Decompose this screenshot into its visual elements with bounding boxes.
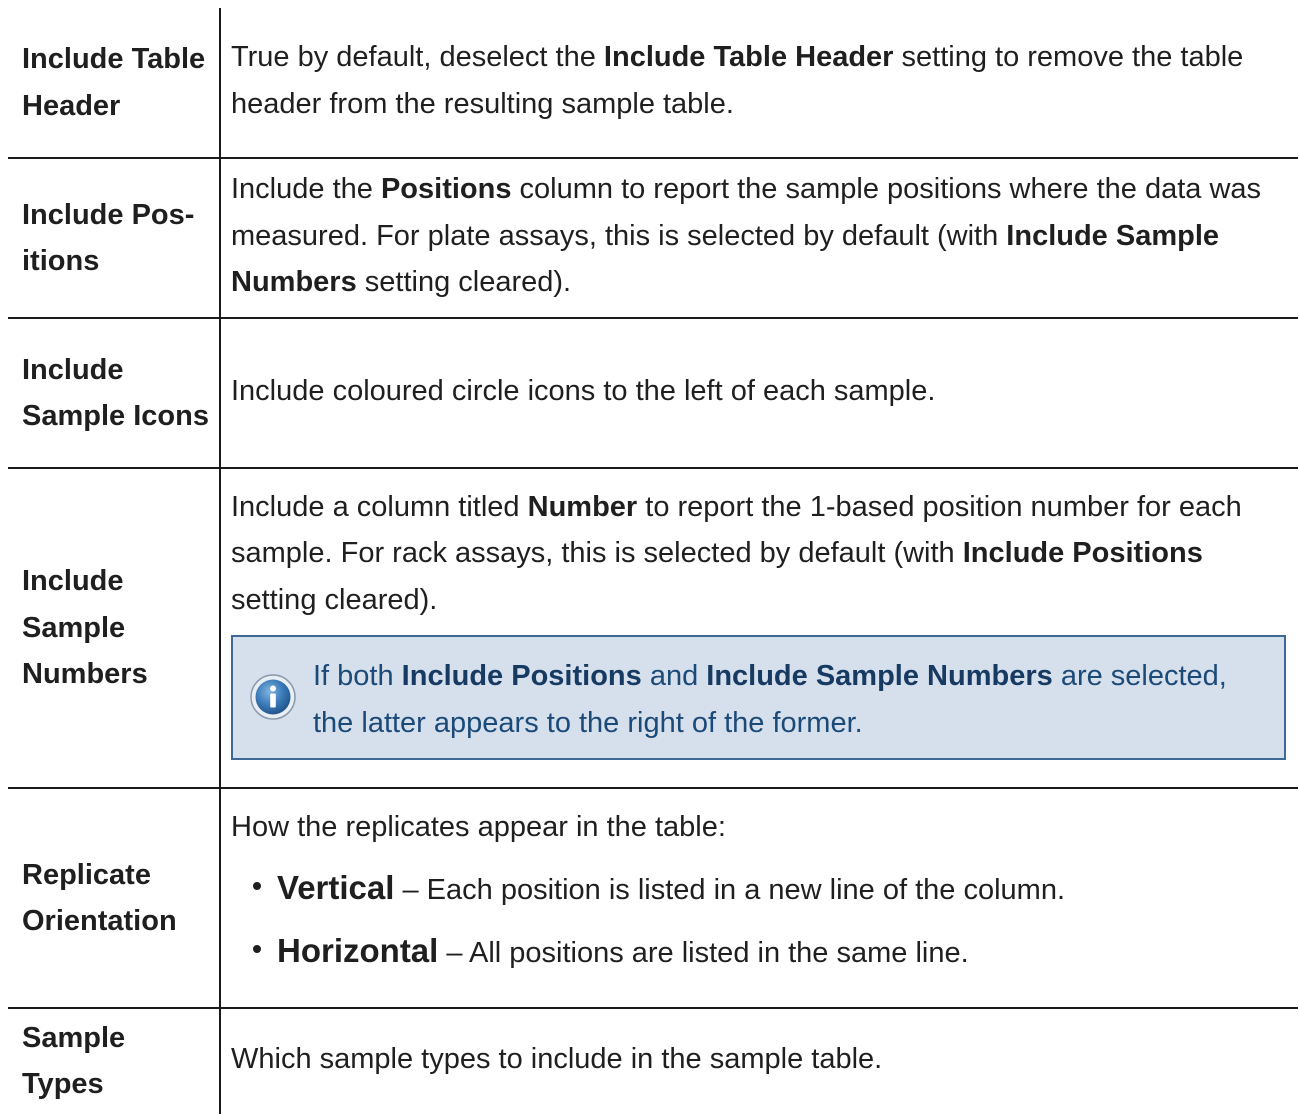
- note-box: If both Include Positions and Include Sa…: [231, 635, 1286, 760]
- setting-name: Sample Types: [8, 1007, 221, 1114]
- info-icon: [250, 674, 296, 720]
- setting-description: Include the Positions column to report t…: [219, 157, 1298, 319]
- setting-description: Which sample types to include in the sam…: [219, 1007, 1298, 1114]
- settings-table: Include Table Header True by default, de…: [8, 8, 1298, 1114]
- table-row: Replicate Orientation How the replicates…: [8, 787, 1298, 1009]
- table-row: Include Sample Icons Include coloured ci…: [8, 317, 1298, 469]
- list-item: Vertical – Each position is listed in a …: [253, 862, 1290, 915]
- setting-description: Include a column titled Number to report…: [219, 467, 1298, 789]
- bullet-icon: [253, 945, 261, 954]
- setting-name: Include Pos- itions: [8, 157, 221, 319]
- bullet-list: Vertical – Each position is listed in a …: [231, 862, 1290, 978]
- setting-description: True by default, deselect the Include Ta…: [219, 8, 1298, 159]
- list-item: Horizontal – All positions are listed in…: [253, 925, 1290, 978]
- setting-description: Include coloured circle icons to the lef…: [219, 317, 1298, 469]
- table-row: Sample Types Which sample types to inclu…: [8, 1007, 1298, 1114]
- bullet-icon: [253, 882, 261, 891]
- table-row: Include Pos- itions Include the Position…: [8, 157, 1298, 319]
- setting-name: Replicate Orientation: [8, 787, 221, 1009]
- setting-name: Include Sample Icons: [8, 317, 221, 469]
- setting-name: Include Table Header: [8, 8, 221, 159]
- setting-name: Include Sample Numbers: [8, 467, 221, 789]
- note-text: If both Include Positions and Include Sa…: [313, 660, 1227, 739]
- setting-description: How the replicates appear in the table: …: [219, 787, 1298, 1009]
- table-row: Include Sample Numbers Include a column …: [8, 467, 1298, 789]
- table-row: Include Table Header True by default, de…: [8, 8, 1298, 159]
